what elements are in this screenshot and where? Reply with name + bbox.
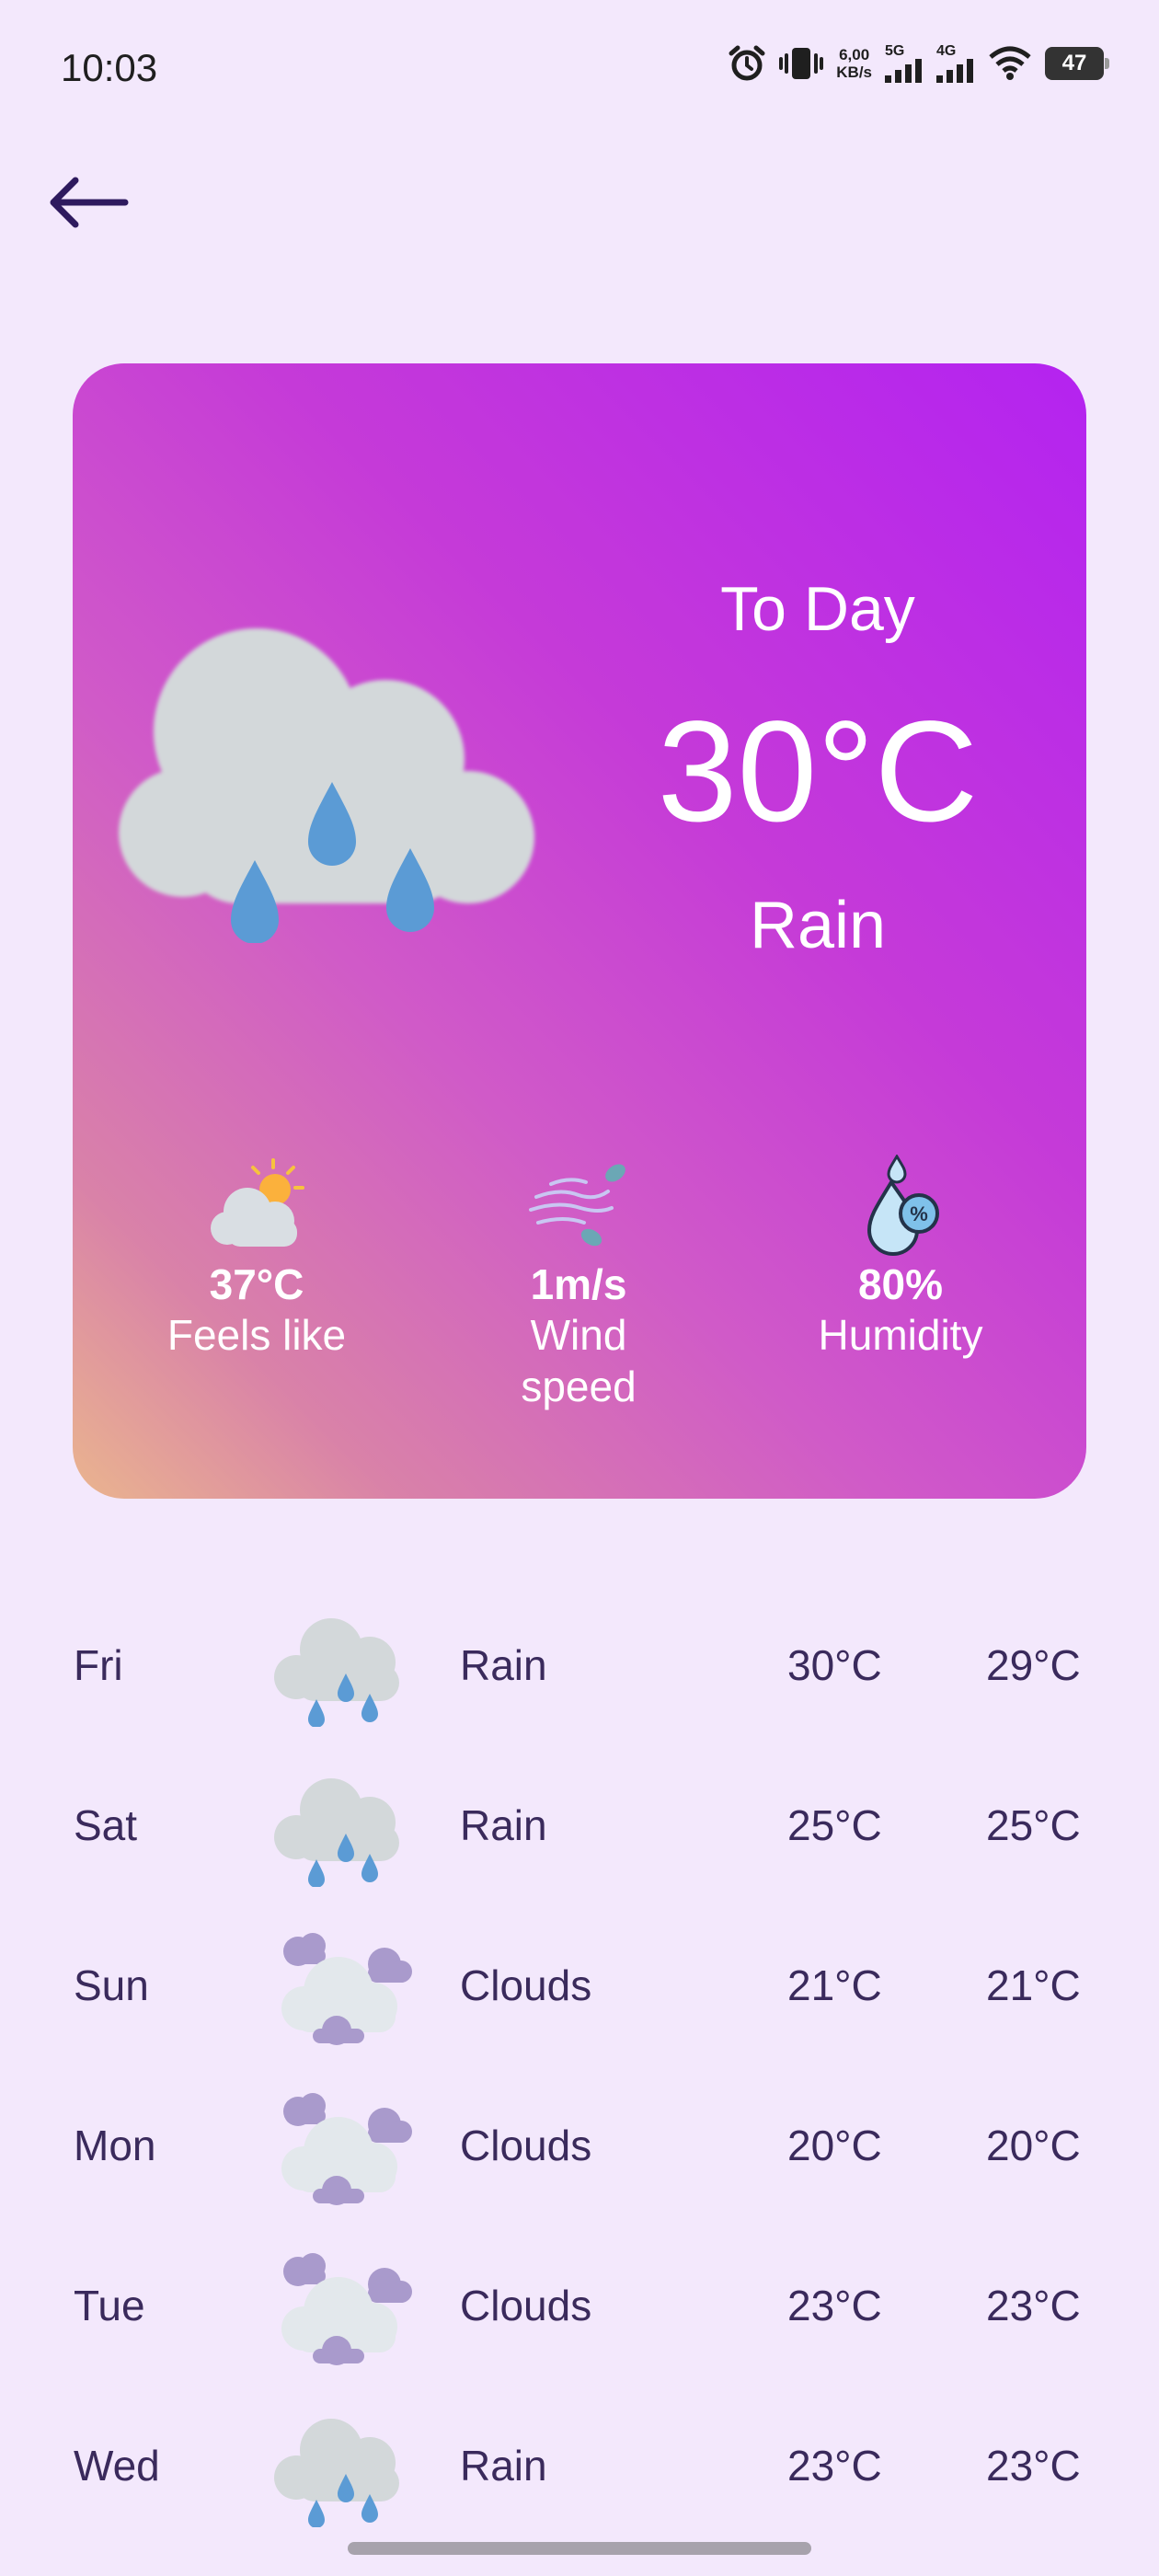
wind-icon [529,1164,625,1247]
humidity-metric: % 80% Humidity [753,1155,1048,1361]
today-temperature: 30°C [657,692,979,852]
network-speed-value: 6,00 [839,46,870,63]
forecast-row[interactable]: Mon Clouds 20°C 20°C [0,2067,1159,2227]
forecast-temp-high: 25°C [787,1801,882,1849]
forecast-row[interactable]: Sun Clouds 21°C 21°C [0,1907,1159,2067]
forecast-temp-low: 25°C [986,1801,1081,1849]
forecast-row[interactable]: Wed Rain 23°C 23°C [0,2387,1159,2547]
feels-like-value: 37°C [209,1260,304,1308]
forecast-temp-high: 23°C [787,2442,882,2490]
forecast-temp-high: 21°C [787,1961,882,2009]
clouds-icon [281,2253,412,2365]
forecast-condition: Rain [460,1801,547,1849]
rain-cloud-icon [274,2419,399,2527]
signal-5g: 5G [885,44,924,83]
wind-speed-label: Wind speed [521,1311,637,1410]
signal-4g-label: 4G [936,43,957,59]
signal-bars-icon [936,59,973,83]
home-indicator[interactable] [348,2542,811,2555]
humidity-value: 80% [857,1260,944,1308]
forecast-day: Wed [74,2442,160,2490]
forecast-temp-high: 20°C [787,2122,882,2169]
forecast-day: Sun [74,1961,149,2009]
forecast-row[interactable]: Tue Clouds 23°C 23°C [0,2227,1159,2387]
forecast-temp-low: 29°C [986,1641,1081,1689]
forecast-condition: Clouds [460,1961,592,2009]
forecast-temp-high: 23°C [787,2282,882,2329]
forecast-temp-low: 23°C [986,2282,1081,2329]
forecast-temp-low: 23°C [986,2442,1081,2490]
clouds-icon [281,1933,412,2045]
status-bar: 10:03 6,00 KB/s 5G 4G 47 [0,0,1159,138]
forecast-day: Sat [74,1801,138,1849]
forecast-day: Fri [74,1641,123,1689]
vibrate-icon [779,48,824,79]
rain-cloud-icon [119,628,534,943]
forecast-row[interactable]: Fri Rain 30°C 29°C [0,1587,1159,1747]
status-icons: 6,00 KB/s 5G 4G 47 [728,44,1109,83]
feels-like-metric: 37°C Feels like [109,1155,404,1361]
wind-speed-value: 1m/s [530,1260,627,1308]
partly-cloudy-icon [211,1158,304,1247]
forecast-row[interactable]: Sat Rain 25°C 25°C [0,1747,1159,1907]
alarm-icon [729,45,765,81]
signal-5g-label: 5G [885,43,905,59]
wifi-icon [989,46,1031,80]
forecast-day: Tue [74,2282,145,2329]
wind-speed-metric: 1m/s Wind speed [431,1155,726,1412]
rain-cloud-icon [274,1618,399,1727]
signal-bars-icon [885,59,922,83]
forecast-condition: Rain [460,2442,547,2490]
today-condition: Rain [749,889,887,962]
back-arrow-icon[interactable] [44,169,132,236]
forecast-condition: Clouds [460,2282,592,2329]
forecast-condition: Clouds [460,2122,592,2169]
forecast-temp-low: 21°C [986,1961,1081,2009]
forecast-condition: Rain [460,1641,547,1689]
rain-cloud-icon [274,1778,399,1887]
svg-text:%: % [910,1202,928,1225]
network-speed-unit: KB/s [836,63,872,81]
clouds-icon [281,2093,412,2205]
humidity-label: Humidity [818,1311,983,1359]
forecast-list: Fri Rain 30°C 29°C Sat Rain 25°C 25°C Su… [0,1587,1159,2547]
network-speed: 6,00 KB/s [836,46,872,81]
today-weather-card: To Day 30°C Rain 37°C Feels like 1m/s Wi… [73,363,1086,1499]
battery-indicator: 47 [1045,47,1109,80]
feels-like-label: Feels like [166,1311,347,1359]
status-time: 10:03 [61,46,158,89]
today-label: To Day [720,574,915,644]
signal-4g: 4G [936,44,975,83]
forecast-temp-high: 30°C [787,1641,882,1689]
humidity-icon: % [866,1155,939,1256]
forecast-temp-low: 20°C [986,2122,1081,2169]
forecast-day: Mon [74,2122,156,2169]
